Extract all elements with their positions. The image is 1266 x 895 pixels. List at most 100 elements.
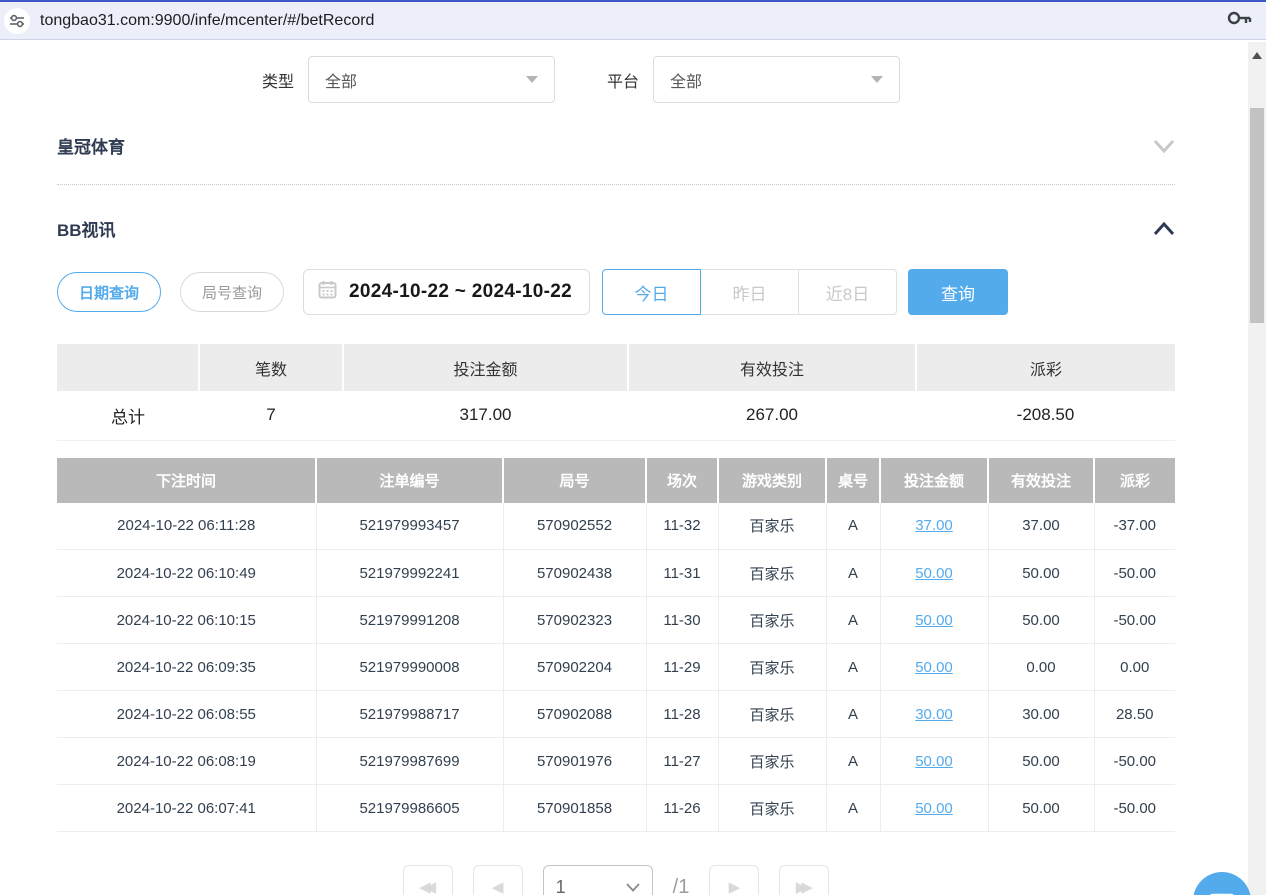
summary-header-payout: 派彩 bbox=[916, 344, 1175, 391]
vertical-scrollbar[interactable] bbox=[1248, 42, 1266, 895]
bet-table-body: 2024-10-22 06:11:28521979993457570902552… bbox=[57, 503, 1175, 832]
round-no-cell: 570902204 bbox=[503, 644, 646, 691]
col-header-bet-time: 下注时间 bbox=[57, 458, 316, 503]
col-header-game-type: 游戏类别 bbox=[718, 458, 826, 503]
chevron-down-icon[interactable] bbox=[1153, 139, 1175, 153]
url-field[interactable]: tongbao31.com:9900/infe/mcenter/#/betRec… bbox=[40, 12, 1226, 30]
section-crown-sports[interactable]: 皇冠体育 bbox=[57, 133, 1175, 158]
payout-cell: -50.00 bbox=[1094, 785, 1175, 832]
today-button[interactable]: 今日 bbox=[602, 269, 701, 315]
section-bb-video[interactable]: BB视讯 bbox=[57, 216, 1175, 241]
round-no-cell: 570902438 bbox=[503, 550, 646, 597]
bet-amount-link[interactable]: 50.00 bbox=[915, 659, 953, 676]
bet-amount-cell: 37.00 bbox=[880, 503, 988, 550]
game-type-cell: 百家乐 bbox=[718, 738, 826, 785]
page-select[interactable]: 1 bbox=[543, 865, 653, 895]
yesterday-button[interactable]: 昨日 bbox=[700, 269, 799, 315]
summary-table: 笔数 投注金额 有效投注 派彩 总计 7 317.00 267.00 -208.… bbox=[57, 344, 1175, 441]
table-row: 2024-10-22 06:07:41521979986605570901858… bbox=[57, 785, 1175, 832]
game-type-cell: 百家乐 bbox=[718, 644, 826, 691]
bet-amount-link[interactable]: 30.00 bbox=[915, 706, 953, 723]
valid-bet-cell: 30.00 bbox=[988, 691, 1094, 738]
chevron-up-icon[interactable] bbox=[1153, 222, 1175, 236]
round-no-cell: 570902088 bbox=[503, 691, 646, 738]
summary-header-count: 笔数 bbox=[199, 344, 343, 391]
scrollbar-thumb[interactable] bbox=[1250, 108, 1264, 323]
session-cell: 11-28 bbox=[646, 691, 718, 738]
bet-record-page: 类型 全部 平台 全部 皇冠体育 BB视讯 bbox=[0, 42, 1248, 895]
valid-bet-cell: 50.00 bbox=[988, 738, 1094, 785]
filter-row: 类型 全部 平台 全部 bbox=[262, 56, 1175, 103]
game-type-cell: 百家乐 bbox=[718, 550, 826, 597]
payout-cell: 0.00 bbox=[1094, 644, 1175, 691]
bet-id-cell: 521979991208 bbox=[316, 597, 503, 644]
last8days-button[interactable]: 近8日 bbox=[798, 269, 897, 315]
table-row: 2024-10-22 06:08:55521979988717570902088… bbox=[57, 691, 1175, 738]
summary-header-blank bbox=[57, 344, 199, 391]
first-page-button[interactable]: ◀◀ bbox=[403, 865, 453, 895]
table-no-cell: A bbox=[826, 691, 880, 738]
summary-header-bet-amount: 投注金额 bbox=[343, 344, 628, 391]
round-query-button[interactable]: 局号查询 bbox=[180, 272, 284, 312]
chevron-down-icon bbox=[626, 883, 640, 892]
page-select-value: 1 bbox=[556, 877, 566, 895]
last-page-button[interactable]: ▶▶ bbox=[779, 865, 829, 895]
round-no-cell: 570902552 bbox=[503, 503, 646, 550]
payout-cell: -50.00 bbox=[1094, 738, 1175, 785]
bet-amount-cell: 50.00 bbox=[880, 644, 988, 691]
table-row: 2024-10-22 06:09:35521979990008570902204… bbox=[57, 644, 1175, 691]
game-type-cell: 百家乐 bbox=[718, 597, 826, 644]
scrollbar-up-arrow-icon[interactable] bbox=[1252, 52, 1262, 59]
bet-time-cell: 2024-10-22 06:07:41 bbox=[57, 785, 316, 832]
platform-select[interactable]: 全部 bbox=[653, 56, 900, 103]
key-icon[interactable] bbox=[1226, 9, 1252, 32]
date-query-button[interactable]: 日期查询 bbox=[57, 272, 161, 312]
bet-amount-cell: 30.00 bbox=[880, 691, 988, 738]
next-page-button[interactable]: ▶ bbox=[709, 865, 759, 895]
payout-cell: -50.00 bbox=[1094, 550, 1175, 597]
game-type-cell: 百家乐 bbox=[718, 785, 826, 832]
bet-amount-link[interactable]: 50.00 bbox=[915, 565, 953, 582]
valid-bet-cell: 0.00 bbox=[988, 644, 1094, 691]
summary-total-row: 总计 7 317.00 267.00 -208.50 bbox=[57, 391, 1175, 440]
session-cell: 11-27 bbox=[646, 738, 718, 785]
type-select[interactable]: 全部 bbox=[308, 56, 555, 103]
table-no-cell: A bbox=[826, 785, 880, 832]
table-no-cell: A bbox=[826, 550, 880, 597]
bet-id-cell: 521979986605 bbox=[316, 785, 503, 832]
bet-id-cell: 521979992241 bbox=[316, 550, 503, 597]
summary-count-value: 7 bbox=[199, 391, 343, 440]
game-type-cell: 百家乐 bbox=[718, 691, 826, 738]
tune-icon[interactable] bbox=[4, 8, 30, 34]
bet-id-cell: 521979993457 bbox=[316, 503, 503, 550]
bet-time-cell: 2024-10-22 06:10:15 bbox=[57, 597, 316, 644]
session-cell: 11-32 bbox=[646, 503, 718, 550]
bet-amount-link[interactable]: 50.00 bbox=[915, 753, 953, 770]
bet-time-cell: 2024-10-22 06:09:35 bbox=[57, 644, 316, 691]
query-button[interactable]: 查询 bbox=[908, 269, 1008, 315]
table-no-cell: A bbox=[826, 738, 880, 785]
bet-amount-link[interactable]: 37.00 bbox=[915, 517, 953, 534]
table-no-cell: A bbox=[826, 644, 880, 691]
section-divider bbox=[57, 184, 1175, 185]
prev-page-button[interactable]: ◀ bbox=[473, 865, 523, 895]
double-left-arrow-icon: ◀◀ bbox=[419, 878, 430, 895]
date-range-input[interactable]: 2024-10-22 ~ 2024-10-22 bbox=[303, 269, 590, 315]
bet-id-cell: 521979987699 bbox=[316, 738, 503, 785]
bet-time-cell: 2024-10-22 06:10:49 bbox=[57, 550, 316, 597]
round-no-cell: 570901976 bbox=[503, 738, 646, 785]
bet-amount-cell: 50.00 bbox=[880, 550, 988, 597]
table-no-cell: A bbox=[826, 503, 880, 550]
payout-cell: -50.00 bbox=[1094, 597, 1175, 644]
col-header-payout: 派彩 bbox=[1094, 458, 1175, 503]
session-cell: 11-29 bbox=[646, 644, 718, 691]
bet-amount-cell: 50.00 bbox=[880, 597, 988, 644]
session-cell: 11-31 bbox=[646, 550, 718, 597]
bet-id-cell: 521979988717 bbox=[316, 691, 503, 738]
bet-amount-link[interactable]: 50.00 bbox=[915, 800, 953, 817]
bet-amount-link[interactable]: 50.00 bbox=[915, 612, 953, 629]
session-cell: 11-30 bbox=[646, 597, 718, 644]
chevron-down-icon bbox=[871, 76, 883, 83]
bet-time-cell: 2024-10-22 06:08:55 bbox=[57, 691, 316, 738]
chevron-down-icon bbox=[526, 76, 538, 83]
